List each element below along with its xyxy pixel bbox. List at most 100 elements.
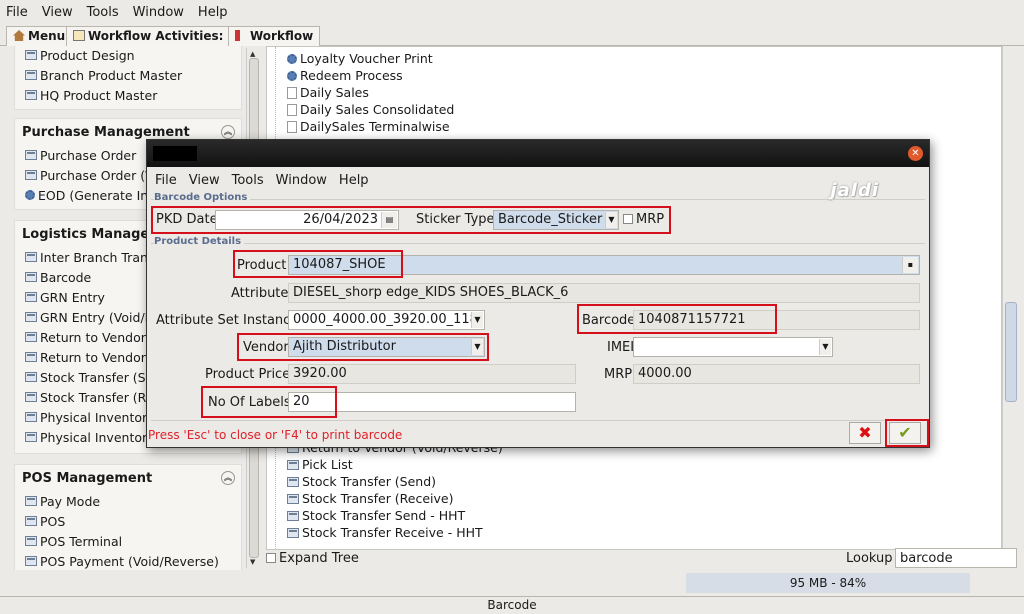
highlight-box <box>233 250 403 278</box>
tree-item[interactable]: Stock Transfer (Send) <box>287 473 587 490</box>
menu-help[interactable]: Help <box>198 5 228 20</box>
chevron-down-icon[interactable]: ▼ <box>471 312 483 328</box>
window-icon <box>25 272 37 282</box>
attribute-label: Attribute <box>231 286 289 301</box>
dialog-titlebar[interactable]: ✕ <box>147 140 929 167</box>
process-icon <box>287 53 297 64</box>
window-icon <box>25 412 37 422</box>
list-item-label: Return to Vendor <box>40 329 146 345</box>
tree-item-label: Daily Sales <box>300 85 369 100</box>
dialog-title-area <box>153 146 197 161</box>
highlight-box <box>577 304 777 334</box>
tree-item[interactable]: Daily Sales Consolidated <box>287 101 587 118</box>
menu-tools[interactable]: Tools <box>87 5 119 20</box>
imei-select[interactable]: ▼ <box>633 337 833 357</box>
window-icon <box>25 292 37 302</box>
divider <box>151 199 925 200</box>
dialog-menu-tools[interactable]: Tools <box>232 173 264 188</box>
scroll-down-icon[interactable]: ▼ <box>250 558 255 566</box>
collapse-icon[interactable]: ︽ <box>221 471 235 485</box>
list-item-label: Purchase Order <box>40 147 137 163</box>
dialog-menu-view[interactable]: View <box>189 173 220 188</box>
tree-item[interactable]: Redeem Process <box>287 67 587 84</box>
tab-workflow-activities[interactable]: Workflow Activities: 0 <box>66 26 243 46</box>
dialog-menu-window[interactable]: Window <box>276 173 327 188</box>
lookup-label: Lookup <box>846 551 893 566</box>
attribute-set-label: Attribute Set Instance <box>156 313 299 328</box>
divider <box>151 420 925 421</box>
tab-menu[interactable]: Menu <box>6 26 73 46</box>
window-icon <box>25 252 37 262</box>
menu-file[interactable]: File <box>6 5 28 20</box>
scroll-up-icon[interactable]: ▲ <box>250 50 255 58</box>
tree-item-label: Pick List <box>302 457 353 472</box>
window-icon <box>25 372 37 382</box>
menu-window[interactable]: Window <box>133 5 184 20</box>
highlight-box <box>237 333 489 361</box>
mrp-label: MRP <box>604 367 633 382</box>
list-item-label: Pay Mode <box>40 493 101 509</box>
tree-item[interactable]: Loyalty Voucher Print <box>287 50 587 67</box>
product-price-field[interactable]: 3920.00 <box>288 364 576 384</box>
lookup-icon[interactable]: ▪ <box>902 257 918 273</box>
x-icon: ✖ <box>858 423 872 442</box>
tree-item[interactable]: Stock Transfer (Receive) <box>287 490 587 507</box>
panel-header[interactable]: POS Management ︽ <box>15 465 241 491</box>
tree-scrollbar[interactable] <box>1002 46 1018 550</box>
list-item-label: Branch Product Master <box>40 67 183 83</box>
report-icon <box>287 86 297 99</box>
main-menubar: File View Tools Window Help <box>0 0 1024 24</box>
expand-tree-checkbox[interactable] <box>266 553 276 563</box>
list-item-label: Barcode <box>40 269 92 285</box>
tree-item[interactable]: DailySales Terminalwise <box>287 118 587 135</box>
window-icon <box>25 556 37 566</box>
dialog-menu-help[interactable]: Help <box>339 173 369 188</box>
collapse-icon[interactable]: ︽ <box>221 125 235 139</box>
list-item[interactable]: POS Terminal <box>15 531 241 551</box>
window-icon <box>287 459 299 470</box>
tab-workflow-activities-label: Workflow Activities: 0 <box>88 29 236 43</box>
memory-indicator[interactable]: 95 MB - 84% <box>686 573 970 593</box>
dialog-menu-file[interactable]: File <box>155 173 177 188</box>
close-icon[interactable]: ✕ <box>908 146 923 161</box>
list-item[interactable]: POS Payment (Void/Reverse) <box>15 551 241 570</box>
cancel-button[interactable]: ✖ <box>849 422 881 444</box>
scrollbar-thumb[interactable] <box>1005 302 1017 402</box>
attribute-field[interactable]: DIESEL_shorp edge_KIDS SHOES_BLACK_6 <box>288 283 920 303</box>
chevron-down-icon[interactable]: ▼ <box>819 339 831 355</box>
mrp-field[interactable]: 4000.00 <box>633 364 920 384</box>
panel-title: POS Management <box>22 471 153 486</box>
panel-title: Logistics Managem <box>22 227 163 242</box>
attribute-set-select[interactable]: 0000_4000.00_3920.00_118 ▼ <box>288 310 485 330</box>
tab-workflow[interactable]: Workflow <box>228 26 321 46</box>
window-icon <box>25 170 37 180</box>
dialog-menubar: File View Tools Window Help <box>147 167 929 193</box>
list-item[interactable]: Pay Mode <box>15 491 241 511</box>
panel-product: Product Design Branch Product Master HQ … <box>14 46 242 110</box>
list-item[interactable]: Branch Product Master <box>15 65 241 85</box>
list-item[interactable]: HQ Product Master <box>15 85 241 105</box>
menu-view[interactable]: View <box>42 5 73 20</box>
tree-item-label: Daily Sales Consolidated <box>300 102 455 117</box>
tree-item[interactable]: Stock Transfer Receive - HHT <box>287 524 587 541</box>
list-item-label: Physical Inventory <box>40 409 155 425</box>
tree-item[interactable]: Pick List <box>287 456 587 473</box>
lookup-input[interactable]: barcode <box>895 548 1017 568</box>
report-icon <box>287 103 297 116</box>
report-icon <box>287 120 297 133</box>
home-icon <box>13 30 25 41</box>
list-item-label: Purchase Order (V <box>40 167 154 183</box>
tree-item[interactable]: Daily Sales <box>287 84 587 101</box>
tab-bar: Menu Workflow Activities: 0 Workflow <box>0 24 1024 46</box>
status-bar: Barcode <box>0 596 1024 614</box>
window-icon <box>287 510 299 521</box>
list-icon <box>73 30 85 41</box>
expand-tree-label: Expand Tree <box>279 550 359 566</box>
workflow-icon <box>235 30 247 41</box>
list-item-label: Inter Branch Trans <box>40 249 155 265</box>
list-item[interactable]: Product Design <box>15 46 241 65</box>
tree-item-label: Loyalty Voucher Print <box>300 51 433 66</box>
tree-item[interactable]: Stock Transfer Send - HHT <box>287 507 587 524</box>
list-item[interactable]: POS <box>15 511 241 531</box>
window-icon <box>25 536 37 546</box>
